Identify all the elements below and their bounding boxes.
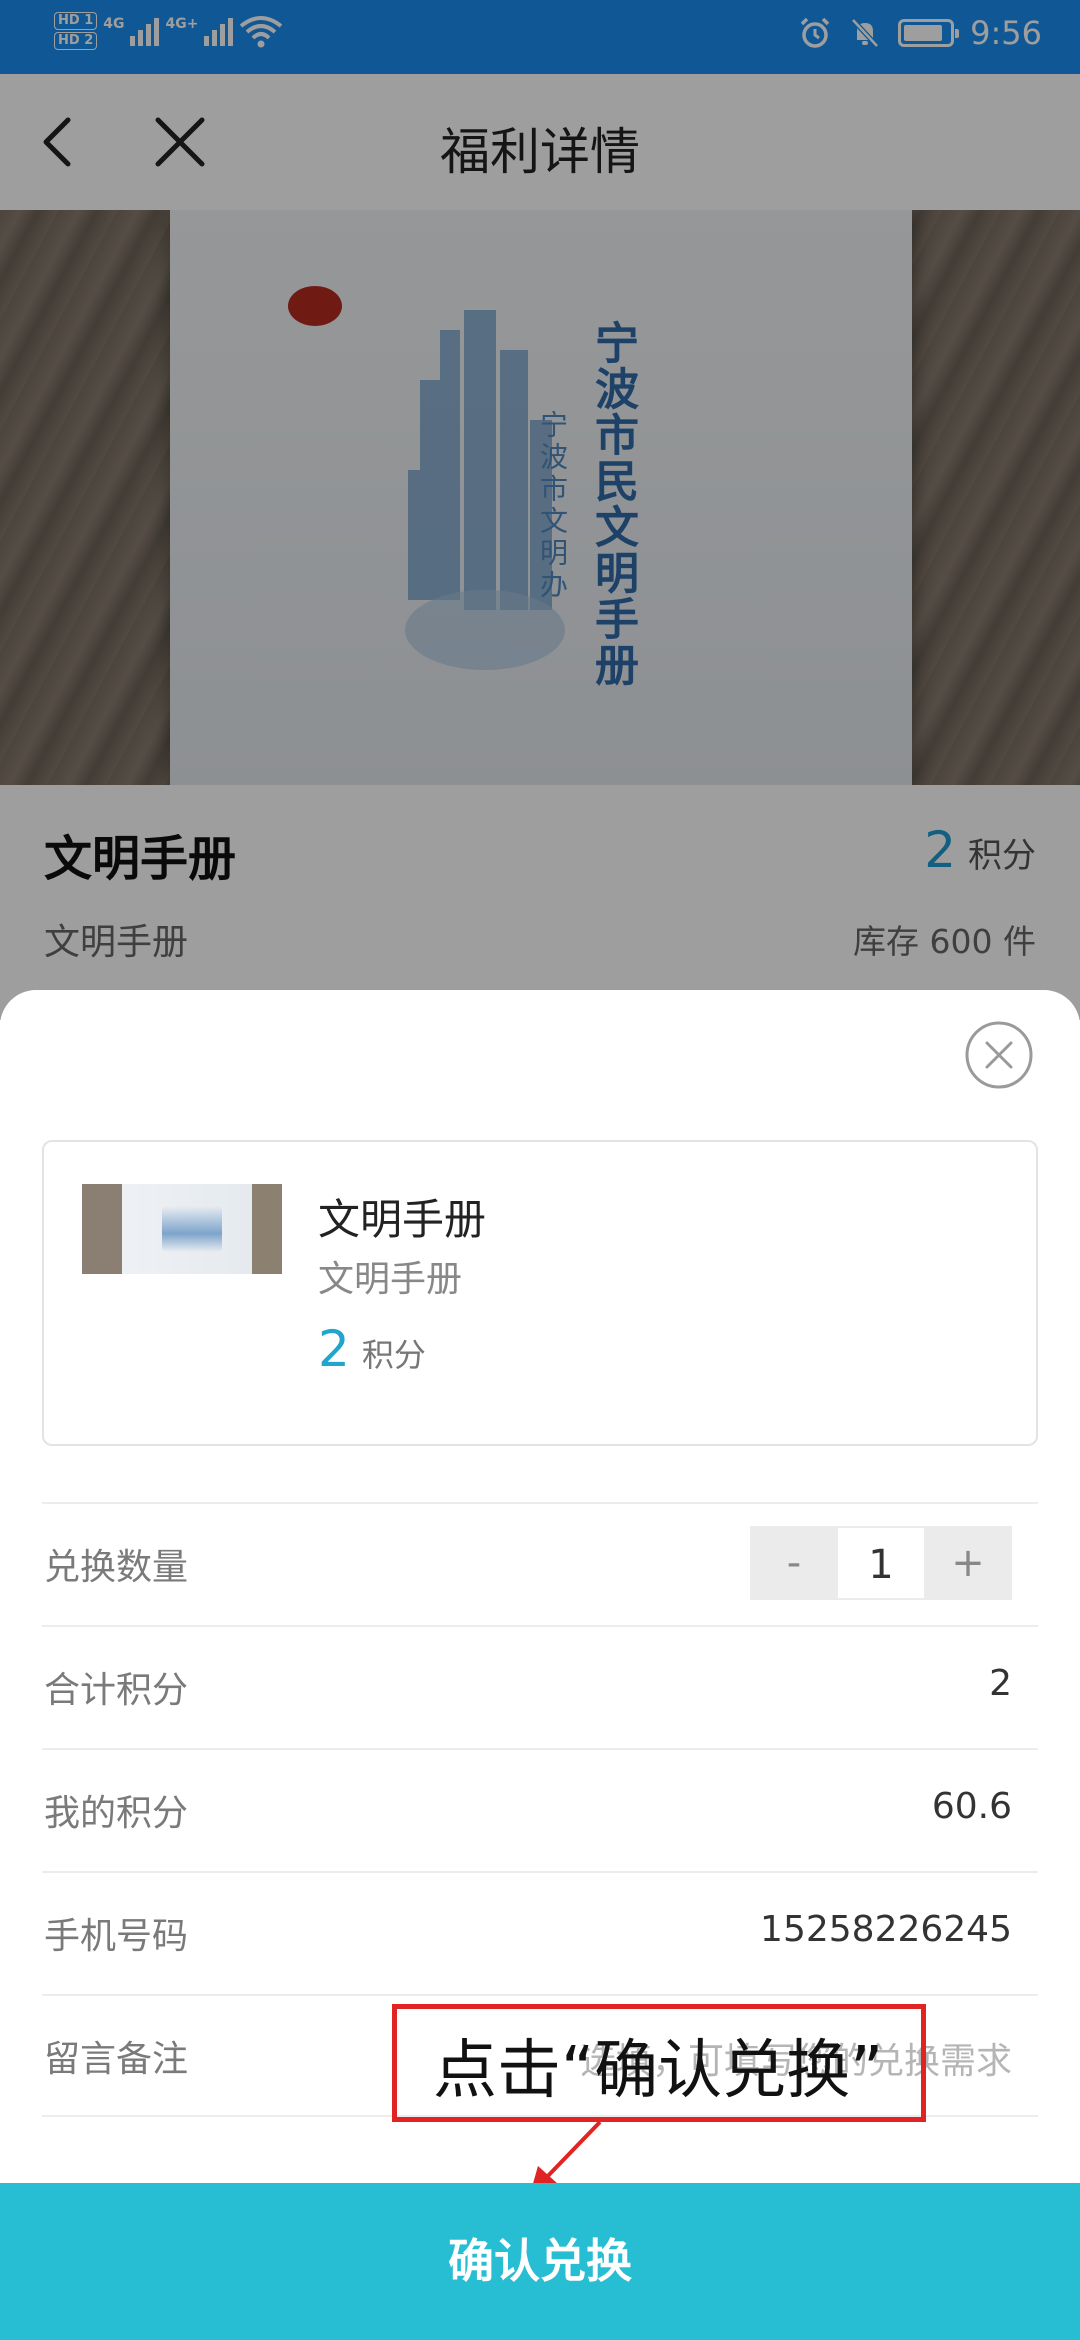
card-product-description: 文明手册: [318, 1259, 463, 1300]
card-points: 2 积分: [318, 1320, 426, 1378]
product-card: 文明手册 文明手册 2 积分: [42, 1140, 1038, 1446]
annotation-callout: 点击“确认兑换”: [392, 2004, 926, 2122]
card-points-value: 2: [318, 1320, 350, 1378]
quantity-value[interactable]: 1: [838, 1526, 924, 1600]
card-product-name: 文明手册: [318, 1195, 487, 1244]
increment-button[interactable]: +: [924, 1526, 1012, 1600]
quantity-label: 兑换数量: [44, 1547, 189, 1588]
total-points-label: 合计积分: [44, 1670, 189, 1711]
thumbnail-illustration: [162, 1206, 222, 1252]
phone-field[interactable]: 15258226245: [760, 1909, 1012, 1950]
note-label: 留言备注: [44, 2039, 189, 2080]
phone-label: 手机号码: [44, 1916, 189, 1957]
phone-row[interactable]: 手机号码 15258226245: [42, 1871, 1038, 1994]
card-points-unit: 积分: [361, 1336, 426, 1374]
quantity-stepper: - 1 +: [750, 1526, 1012, 1600]
total-points-value: 2: [989, 1663, 1012, 1704]
modal-backdrop[interactable]: [0, 0, 1080, 1020]
my-points-value: 60.6: [931, 1786, 1012, 1827]
my-points-label: 我的积分: [44, 1793, 189, 1834]
confirm-exchange-button[interactable]: 确认兑换: [0, 2183, 1080, 2340]
decrement-button[interactable]: -: [750, 1526, 838, 1600]
quantity-row: 兑换数量 - 1 +: [42, 1502, 1038, 1625]
annotation-text: 点击“确认兑换”: [433, 2034, 884, 2108]
circle-close-icon[interactable]: [964, 1020, 1034, 1090]
product-thumbnail: [82, 1184, 282, 1274]
total-points-row: 合计积分 2: [42, 1625, 1038, 1748]
my-points-row: 我的积分 60.6: [42, 1748, 1038, 1871]
